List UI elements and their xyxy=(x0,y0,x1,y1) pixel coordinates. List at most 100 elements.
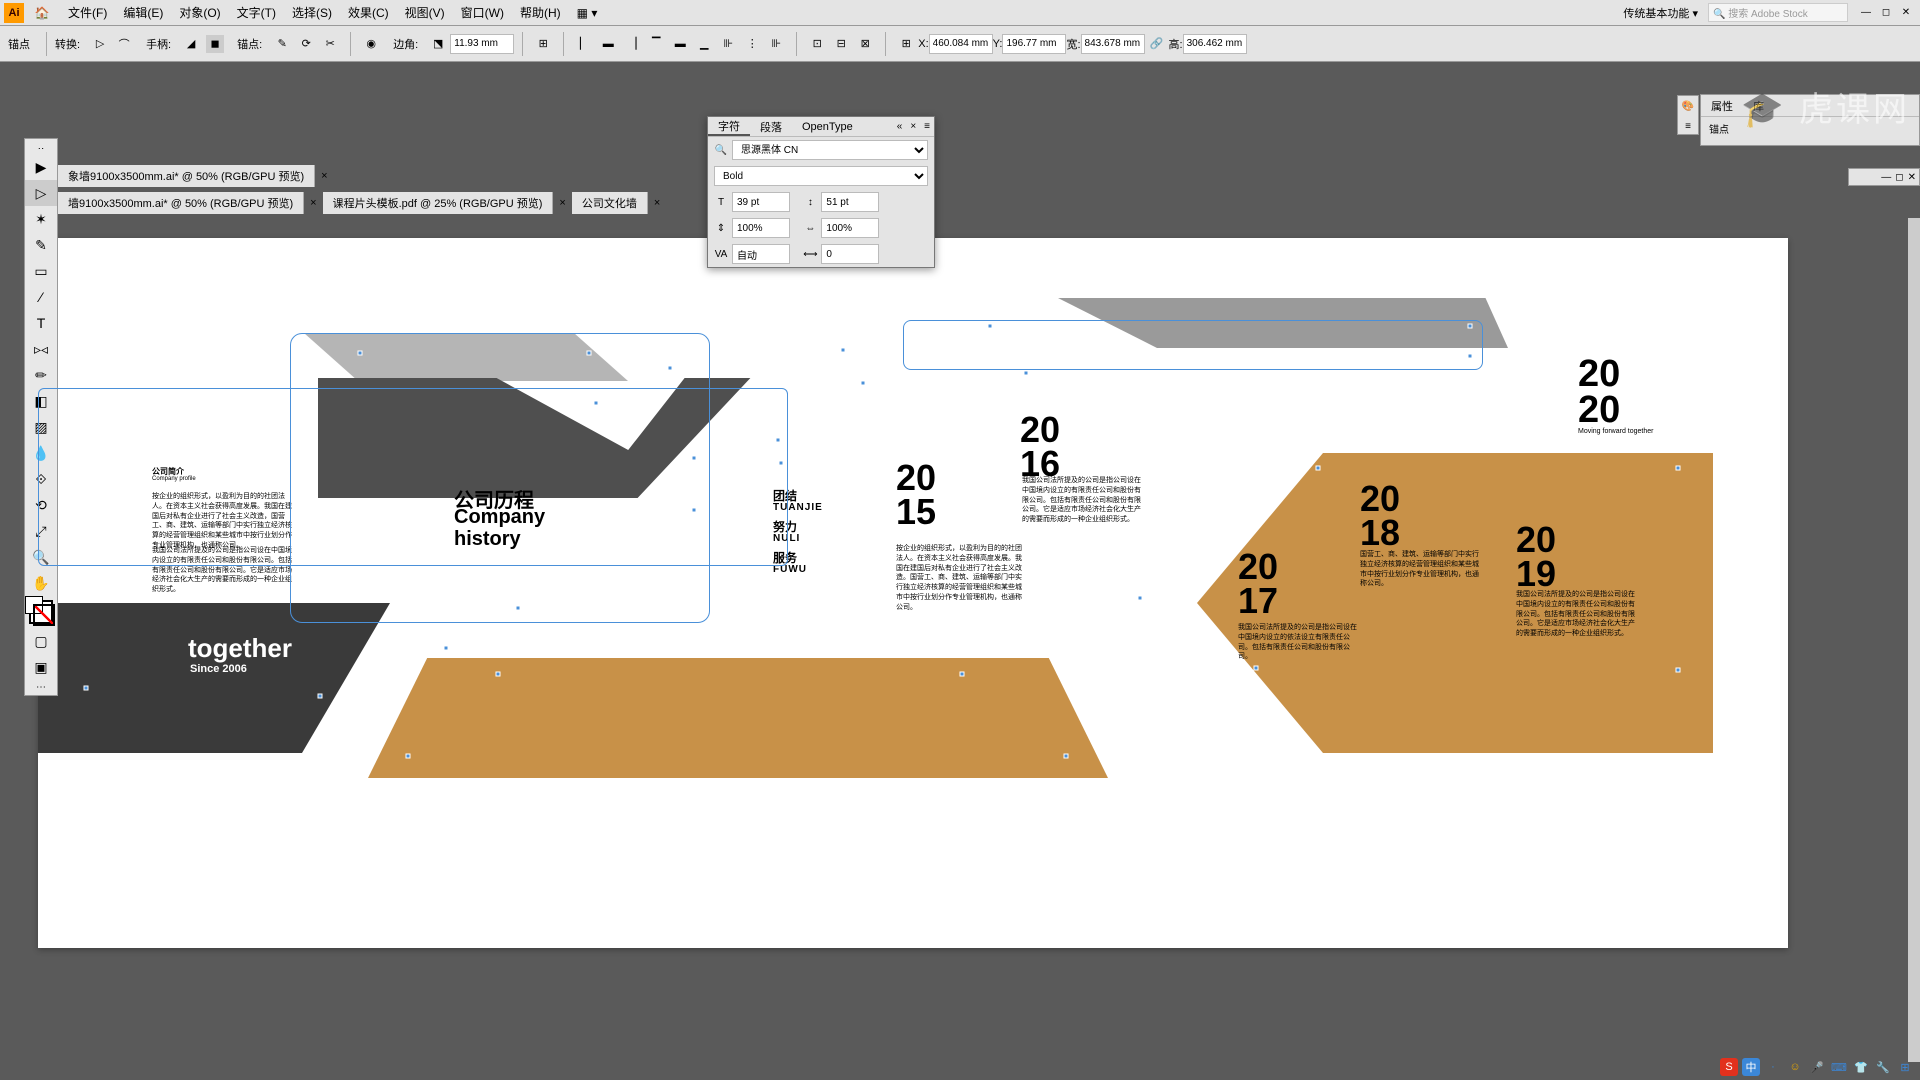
zoom-tool[interactable]: 🔍 xyxy=(25,544,57,570)
cut-path-icon[interactable]: ✂ xyxy=(321,35,339,53)
text-fuwu-p[interactable]: FUWU xyxy=(773,564,807,575)
corner-radius-input[interactable] xyxy=(450,34,514,54)
paintbrush-tool[interactable]: ⁄ xyxy=(25,284,57,310)
transform-ref-icon[interactable]: ⊞ xyxy=(897,35,915,53)
maximize-icon[interactable]: ◻ xyxy=(1876,5,1896,21)
shape-dark-mid[interactable] xyxy=(318,378,788,498)
shape-brown-bottom[interactable] xyxy=(368,658,1108,778)
font-family-select[interactable]: 思源黑体 CN xyxy=(732,140,928,160)
fill-stroke-swatch[interactable] xyxy=(29,600,53,624)
text-history-en1[interactable]: Company xyxy=(454,506,545,529)
panel-close-icon[interactable]: × xyxy=(906,121,920,132)
year-2019[interactable]: 20 19 xyxy=(1516,523,1556,591)
pb-2017[interactable]: 我国公司法所提及的公司是指公司设在中国境内设立的依法设立有限责任公司。包括有限责… xyxy=(1238,623,1358,662)
scale-tool[interactable]: ⤢ xyxy=(25,518,57,544)
shape-gray-top-right[interactable] xyxy=(1058,298,1508,348)
swatch-icon[interactable]: 🎨 xyxy=(1678,96,1698,116)
dist-h-icon[interactable]: ⊪ xyxy=(719,35,737,53)
doc-tab-2[interactable]: 课程片头模板.pdf @ 25% (RGB/GPU 预览) xyxy=(323,192,554,214)
menu-edit[interactable]: 编辑(E) xyxy=(115,4,171,21)
hand-tool[interactable]: ✋ xyxy=(25,570,57,596)
menu-window[interactable]: 窗口(W) xyxy=(453,4,512,21)
pb-2016[interactable]: 我国公司法所提及的公司是指公司设在中国境内设立的有限责任公司和股份有限公司。包括… xyxy=(1022,476,1142,525)
convert-corner-icon[interactable]: ▷ xyxy=(91,35,109,53)
pb-2019[interactable]: 我国公司法所提及的公司是指公司设在中国境内设立的有限责任公司和股份有限公司。包括… xyxy=(1516,590,1636,639)
text-body1[interactable]: 按企业的组织形式，以盈利为目的的社团法人。在资本主义社会获得高度发展。我国在建国… xyxy=(152,492,292,551)
menu-object[interactable]: 对象(O) xyxy=(171,4,228,21)
menu-help[interactable]: 帮助(H) xyxy=(512,4,569,21)
year-2020-sub[interactable]: Moving forward together xyxy=(1578,428,1653,435)
year-2017[interactable]: 20 17 xyxy=(1238,550,1278,618)
doc-tab-0-close[interactable]: × xyxy=(315,170,333,182)
blob-brush-tool[interactable]: ✏ xyxy=(25,362,57,388)
connect-path-icon[interactable]: ⟳ xyxy=(297,35,315,53)
menu-file[interactable]: 文件(F) xyxy=(60,4,115,21)
menu-select[interactable]: 选择(S) xyxy=(284,4,340,21)
year-2015[interactable]: 20 15 xyxy=(896,461,936,529)
close-panel-icon[interactable]: ✕ xyxy=(1908,172,1916,183)
text-since[interactable]: Since 2006 xyxy=(190,663,247,675)
pb-2015[interactable]: 按企业的组织形式，以盈利为目的的社团法人。在资本主义社会获得高度发展。我国在建国… xyxy=(896,544,1026,613)
font-size-input[interactable] xyxy=(732,192,790,212)
y-input[interactable] xyxy=(1002,34,1066,54)
shape-mode3-icon[interactable]: ⊠ xyxy=(856,35,874,53)
text-profile-sub[interactable]: Company profile xyxy=(152,476,196,482)
menu-view[interactable]: 视图(V) xyxy=(397,4,453,21)
align-artboard-icon[interactable]: ⊞ xyxy=(534,35,552,53)
eraser-tool[interactable]: ◧ xyxy=(25,388,57,414)
lang-icon[interactable]: 中 xyxy=(1742,1058,1760,1076)
align-top-icon[interactable]: ▔ xyxy=(647,35,665,53)
w-input[interactable] xyxy=(1081,34,1145,54)
reflect-tool[interactable]: ▹◃ xyxy=(25,336,57,362)
keyboard-icon[interactable]: ⌨ xyxy=(1830,1058,1848,1076)
panel-menu-icon[interactable]: ≡ xyxy=(920,121,934,132)
align-left-icon[interactable]: ▏ xyxy=(575,35,593,53)
char-tab-opentype[interactable]: OpenType xyxy=(792,121,863,133)
direct-selection-tool[interactable]: ▷ xyxy=(25,180,57,206)
char-tab-paragraph[interactable]: 段落 xyxy=(750,119,792,135)
workspace-switcher[interactable]: 传统基本功能 ▾ xyxy=(1613,5,1708,21)
char-tab-character[interactable]: 字符 xyxy=(708,118,750,136)
right-tab-properties[interactable]: 属性 xyxy=(1701,95,1743,116)
kerning-input[interactable] xyxy=(732,244,790,264)
align-vcenter-icon[interactable]: ▬ xyxy=(671,35,689,53)
doc-tab-3-close[interactable]: × xyxy=(648,197,666,209)
layers-icon[interactable]: ≡ xyxy=(1678,116,1698,136)
dist-v-icon[interactable]: ⋮ xyxy=(743,35,761,53)
text-together[interactable]: together xyxy=(188,633,292,664)
font-search-icon[interactable]: 🔍 xyxy=(714,145,728,156)
close-icon[interactable]: ✕ xyxy=(1896,5,1916,21)
skin-icon[interactable]: 👕 xyxy=(1852,1058,1870,1076)
handle-show-icon[interactable]: ◢ xyxy=(182,35,200,53)
rotate-tool[interactable]: ⟲ xyxy=(25,492,57,518)
link-wh-icon[interactable]: 🔗 xyxy=(1148,35,1166,53)
punct-icon[interactable]: · xyxy=(1764,1058,1782,1076)
type-tool[interactable]: T xyxy=(25,310,57,336)
emoji-icon[interactable]: ☺ xyxy=(1786,1058,1804,1076)
panel-collapse-icon[interactable]: « xyxy=(893,121,907,132)
dist-spacing-icon[interactable]: ⊪ xyxy=(767,35,785,53)
year-2020[interactable]: 20 20 xyxy=(1578,356,1620,428)
home-icon[interactable]: 🏠 xyxy=(32,3,52,23)
menu-arrange-icon[interactable]: ▦ ▾ xyxy=(569,6,606,20)
shape-mode-icon[interactable]: ⊡ xyxy=(808,35,826,53)
gradient-tool[interactable]: ▨ xyxy=(25,414,57,440)
vscale-input[interactable] xyxy=(732,218,790,238)
doc-tab-0[interactable]: 象墙9100x3500mm.ai* @ 50% (RGB/GPU 预览) xyxy=(58,165,315,187)
isolate-icon[interactable]: ◉ xyxy=(362,35,380,53)
drawing-mode-icon[interactable]: ▢ xyxy=(25,628,57,654)
restore-icon[interactable]: ◻ xyxy=(1895,172,1903,183)
perspective-tool[interactable]: ⟐ xyxy=(25,466,57,492)
canvas[interactable]: 公司简介 Company profile 按企业的组织形式，以盈利为目的的社团法… xyxy=(8,218,1908,1062)
menu-effect[interactable]: 效果(C) xyxy=(340,4,397,21)
mic-icon[interactable]: 🎤 xyxy=(1808,1058,1826,1076)
convert-smooth-icon[interactable]: ⌒ xyxy=(115,35,133,53)
grid-icon[interactable]: ⊞ xyxy=(1896,1058,1914,1076)
h-input[interactable] xyxy=(1183,34,1247,54)
menu-text[interactable]: 文字(T) xyxy=(229,4,284,21)
align-bottom-icon[interactable]: ▁ xyxy=(695,35,713,53)
search-stock[interactable]: 🔍 搜索 Adobe Stock xyxy=(1708,3,1848,22)
year-2018[interactable]: 20 18 xyxy=(1360,482,1400,550)
hscale-input[interactable] xyxy=(821,218,879,238)
doc-tab-1-close[interactable]: × xyxy=(304,197,322,209)
